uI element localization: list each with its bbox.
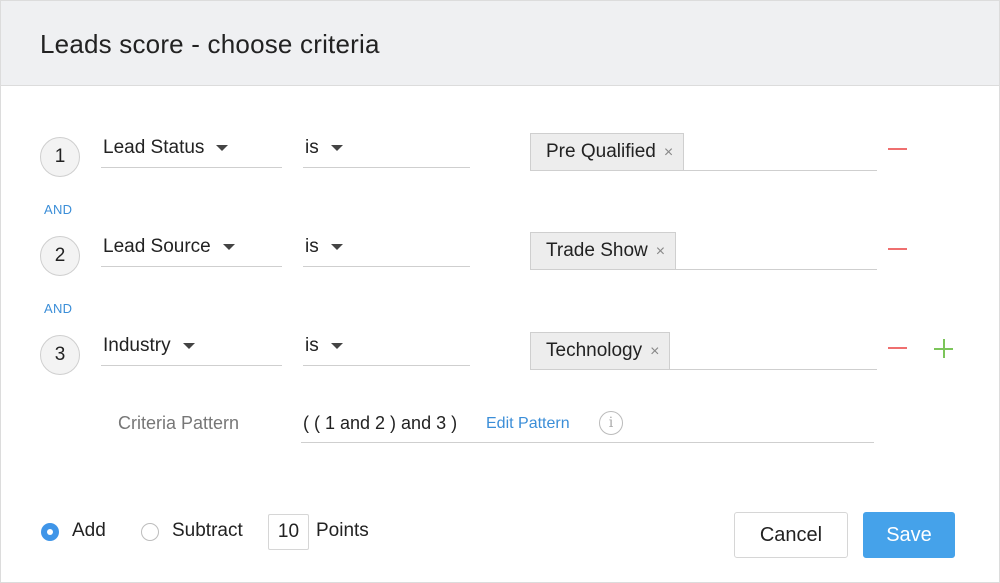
connector-label[interactable]: AND — [44, 202, 72, 217]
criteria-pattern-value: ( ( 1 and 2 ) and 3 ) — [303, 413, 458, 433]
field-value: Lead Status — [103, 137, 205, 158]
info-icon[interactable]: i — [599, 411, 623, 435]
operator-value: is — [305, 236, 319, 257]
remove-criteria-icon[interactable] — [888, 248, 907, 250]
subtract-radio[interactable] — [141, 523, 159, 541]
tag-label: Technology — [546, 340, 643, 361]
subtract-radio-label[interactable]: Subtract — [172, 520, 243, 542]
field-value: Industry — [103, 335, 171, 356]
criteria-row-3: 3 Industry is Technology × — [1, 332, 999, 382]
connector-label[interactable]: AND — [44, 301, 72, 316]
value-tag: Technology × — [530, 332, 671, 369]
operator-value: is — [305, 335, 319, 356]
add-criteria-icon[interactable] — [934, 339, 953, 358]
criteria-number: 3 — [40, 335, 80, 375]
operator-value: is — [305, 137, 319, 158]
remove-criteria-icon[interactable] — [888, 148, 907, 150]
tag-remove-icon[interactable]: × — [650, 343, 659, 360]
tag-remove-icon[interactable]: × — [664, 144, 673, 161]
operator-dropdown[interactable]: is — [303, 134, 470, 168]
caret-down-icon — [182, 342, 195, 349]
criteria-row-2: 2 Lead Source is Trade Show × — [1, 232, 999, 283]
value-tag: Trade Show × — [530, 232, 677, 269]
criteria-number: 1 — [40, 137, 80, 177]
caret-down-icon — [222, 243, 235, 250]
tag-label: Trade Show — [546, 240, 648, 261]
caret-down-icon — [330, 144, 343, 151]
field-dropdown[interactable]: Lead Status — [101, 134, 282, 168]
criteria-row-1: 1 Lead Status is Pre Qualified × — [1, 133, 999, 184]
edit-pattern-link[interactable]: Edit Pattern — [486, 415, 570, 433]
add-radio[interactable] — [41, 523, 59, 541]
criteria-pattern-field: ( ( 1 and 2 ) and 3 ) Edit Pattern i — [301, 405, 874, 443]
field-value: Lead Source — [103, 236, 211, 257]
caret-down-icon — [216, 144, 229, 151]
caret-down-icon — [330, 243, 343, 250]
tag-label: Pre Qualified — [546, 141, 656, 162]
value-input[interactable]: Trade Show × — [530, 232, 877, 270]
add-radio-label[interactable]: Add — [72, 520, 106, 542]
criteria-number: 2 — [40, 236, 80, 276]
field-dropdown[interactable]: Industry — [101, 332, 282, 366]
field-dropdown[interactable]: Lead Source — [101, 233, 282, 267]
tag-remove-icon[interactable]: × — [656, 243, 665, 260]
value-input[interactable]: Technology × — [530, 332, 877, 370]
value-tag: Pre Qualified × — [530, 133, 685, 170]
dialog-header: Leads score - choose criteria — [1, 1, 999, 86]
value-input[interactable]: Pre Qualified × — [530, 133, 877, 171]
dialog-title: Leads score - choose criteria — [40, 29, 380, 59]
caret-down-icon — [330, 342, 343, 349]
points-input[interactable] — [268, 514, 309, 550]
save-button[interactable]: Save — [863, 512, 955, 558]
operator-dropdown[interactable]: is — [303, 332, 470, 366]
lead-score-dialog: Leads score - choose criteria 1 Lead Sta… — [0, 0, 1000, 583]
remove-criteria-icon[interactable] — [888, 347, 907, 349]
criteria-pattern-label: Criteria Pattern — [118, 413, 240, 433]
cancel-button[interactable]: Cancel — [734, 512, 848, 558]
operator-dropdown[interactable]: is — [303, 233, 470, 267]
points-label: Points — [316, 520, 369, 541]
